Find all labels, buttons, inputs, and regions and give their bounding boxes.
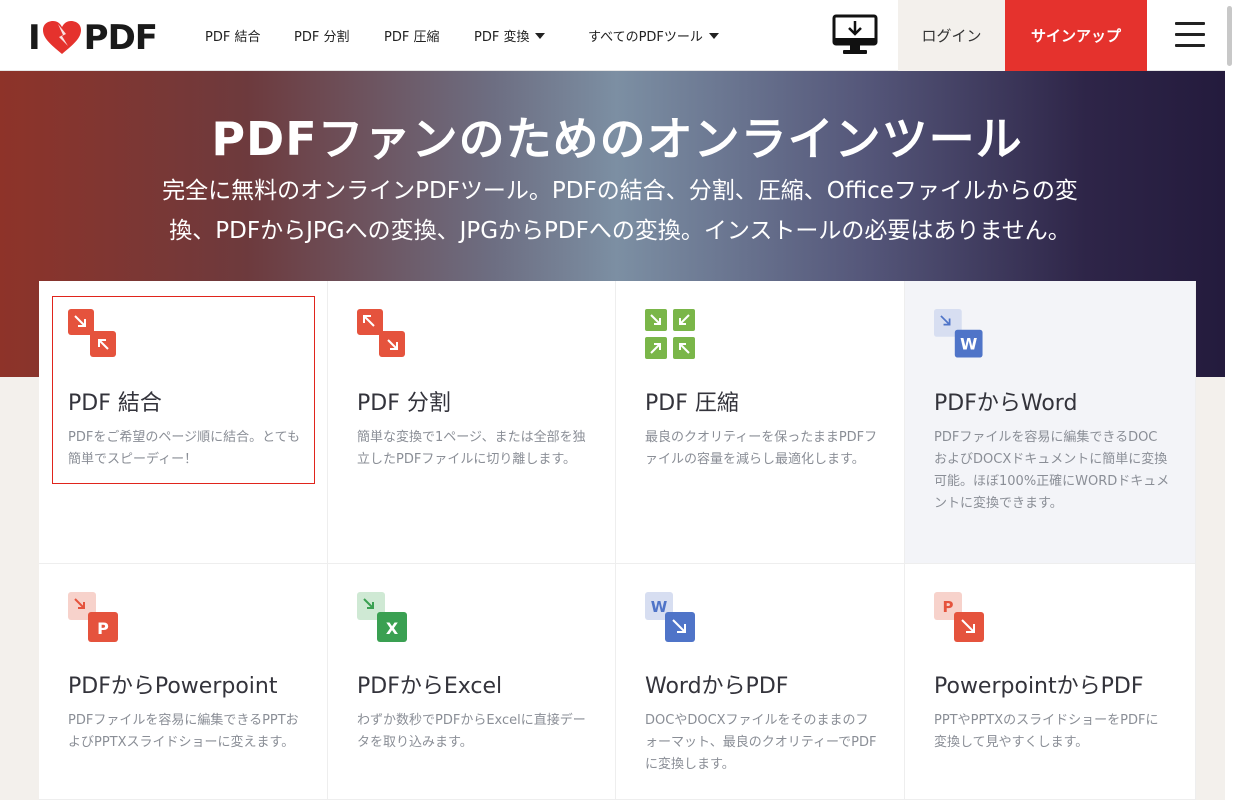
signup-button[interactable]: サインアップ	[1005, 0, 1147, 71]
nav-pdf-split[interactable]: PDF 分割	[294, 0, 349, 71]
svg-text:X: X	[386, 619, 399, 638]
nav-pdf-compress-label: PDF 圧縮	[384, 30, 440, 45]
word-to-pdf-icon: W	[645, 592, 695, 642]
page-scrollbar[interactable]	[1225, 0, 1234, 800]
caret-down-icon	[708, 32, 719, 39]
hamburger-menu-icon[interactable]	[1175, 22, 1205, 48]
nav-pdf-split-label: PDF 分割	[294, 30, 350, 45]
merge-icon	[68, 309, 116, 357]
nav-pdf-merge[interactable]: PDF 結合	[205, 0, 260, 71]
tool-description: PDFをご希望のページ順に結合。とても簡単でスピーディー！	[68, 430, 301, 467]
nav-pdf-convert-dropdown[interactable]: PDF 変換	[474, 0, 546, 71]
tool-card-word-to-pdf[interactable]: W WordからPDF DOCやDOCXファイルをそのままのフォーマット、最良の…	[616, 564, 905, 800]
powerpoint-to-pdf-icon: P	[934, 592, 984, 642]
tool-description: PPTやPPTXのスライドショーをPDFに変換して見やすくします。	[934, 713, 1159, 750]
caret-down-icon	[535, 32, 546, 39]
tool-title: PDFからExcel	[357, 674, 503, 699]
hero-subtitle: 完全に無料のオンラインPDFツール。PDFの結合、分割、圧縮、Officeファイ…	[50, 171, 1190, 251]
tool-title: PDF 分割	[357, 391, 451, 416]
svg-text:W: W	[651, 598, 668, 616]
tool-description: 簡単な変換で1ページ、または全部を独立したPDFファイルに切り離します。	[357, 430, 586, 467]
tool-description: 最良のクオリティーを保ったままPDFファイルの容量を減らし最適化します。	[645, 430, 878, 467]
tool-description: わずか数秒でPDFからExcelに直接データを取り込みます。	[357, 713, 586, 750]
compress-icon	[645, 309, 695, 359]
login-button[interactable]: ログイン	[898, 0, 1005, 71]
hero-title: PDFファンのためのオンラインツール	[211, 112, 1023, 166]
hero-subtitle-line-2: 換、PDFからJPGへの変換、JPGからPDFへの変換。インストールの必要はあり…	[169, 218, 1071, 244]
tool-title: WordからPDF	[645, 674, 789, 699]
pdf-to-word-icon: W	[934, 309, 983, 358]
hero-subtitle-line-1: 完全に無料のオンラインPDFツール。PDFの結合、分割、圧縮、Officeファイ…	[162, 178, 1078, 204]
desktop-download-icon[interactable]	[832, 14, 878, 56]
tool-card-pdf-split[interactable]: PDF 分割 簡単な変換で1ページ、または全部を独立したPDFファイルに切り離し…	[328, 281, 616, 564]
nav-pdf-merge-label: PDF 結合	[205, 30, 261, 45]
signup-label: サインアップ	[1030, 27, 1121, 45]
heart-icon	[42, 21, 81, 54]
tool-card-pdf-to-excel[interactable]: X PDFからExcel わずか数秒でPDFからExcelに直接データを取り込み…	[328, 564, 616, 800]
top-nav: I PDF PDF 結合 PDF 分割 PDF 圧縮 PDF 変換 すべてのPD…	[0, 0, 1234, 71]
ilovepdf-logo[interactable]: I PDF	[28, 18, 158, 58]
tool-title: PDFからPowerpoint	[68, 674, 278, 699]
nav-all-tools-dropdown[interactable]: すべてのPDFツール	[588, 0, 719, 71]
tool-title: PDFからWord	[934, 391, 1078, 416]
scrollbar-thumb[interactable]	[1227, 6, 1232, 66]
split-icon	[357, 309, 405, 357]
tool-description: DOCやDOCXファイルをそのままのフォーマット、最良のクオリティーでPDFに変…	[645, 713, 877, 772]
svg-text:P: P	[97, 619, 109, 638]
logo-text-pdf: PDF	[83, 18, 158, 58]
tool-card-pdf-to-word[interactable]: W PDFからWord PDFファイルを容易に編集できるDOCおよびDOCXドキ…	[905, 281, 1196, 564]
nav-pdf-convert-label: PDF 変換	[474, 30, 530, 45]
svg-text:W: W	[960, 336, 977, 354]
tool-description: PDFファイルを容易に編集できるDOCおよびDOCXドキュメントに簡単に変換可能…	[934, 430, 1170, 511]
tool-card-pdf-to-powerpoint[interactable]: P PDFからPowerpoint PDFファイルを容易に編集できるPPTおよび…	[39, 564, 328, 800]
tool-title: PDF 圧縮	[645, 391, 739, 416]
tool-card-powerpoint-to-pdf[interactable]: P PowerpointからPDF PPTやPPTXのスライドショーをPDFに変…	[905, 564, 1196, 800]
tools-grid: PDF 結合 PDFをご希望のページ順に結合。とても簡単でスピーディー！ PDF…	[39, 281, 1196, 800]
tool-card-pdf-compress[interactable]: PDF 圧縮 最良のクオリティーを保ったままPDFファイルの容量を減らし最適化し…	[616, 281, 905, 564]
tool-title: PDF 結合	[68, 391, 162, 416]
pdf-to-excel-icon: X	[357, 592, 407, 642]
nav-all-tools-label: すべてのPDFツール	[588, 30, 703, 45]
pdf-to-powerpoint-icon: P	[68, 592, 118, 642]
tool-title: PowerpointからPDF	[934, 674, 1144, 699]
svg-text:P: P	[943, 598, 954, 616]
tool-description: PDFファイルを容易に編集できるPPTおよびPPTXスライドショーに変えます。	[68, 713, 299, 750]
tool-card-pdf-merge[interactable]: PDF 結合 PDFをご希望のページ順に結合。とても簡単でスピーディー！	[39, 281, 328, 564]
nav-pdf-compress[interactable]: PDF 圧縮	[384, 0, 439, 71]
logo-letter-i: I	[28, 18, 41, 58]
login-label: ログイン	[921, 27, 982, 45]
